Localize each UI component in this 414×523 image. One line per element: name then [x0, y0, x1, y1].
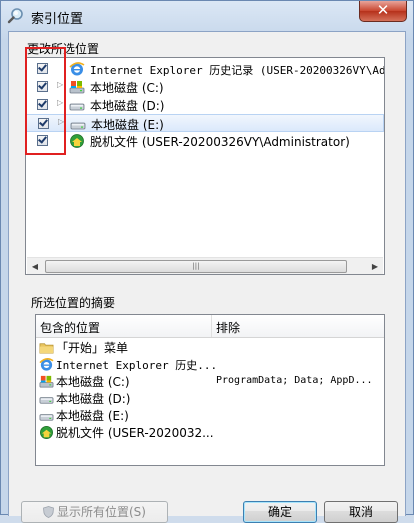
tree-item[interactable]: 脱机文件 (USER-20200326VY\Administrator): [26, 132, 384, 150]
summary-row[interactable]: Internet Explorer 历史...: [36, 356, 384, 373]
close-button[interactable]: ✕: [359, 1, 407, 22]
summary-section-label: 所选位置的摘要: [31, 296, 116, 310]
summary-row[interactable]: 本地磁盘 (D:): [36, 390, 384, 407]
summary-list-header: 包含的位置 排除: [36, 315, 384, 338]
summary-row-location: Internet Explorer 历史...: [56, 359, 218, 372]
summary-row[interactable]: 脱机文件 (USER-2020032...: [36, 424, 384, 441]
indexed-locations-dialog: 索引位置 ✕ 更改所选位置 Internet Explorer 历史记录 (US…: [0, 0, 414, 523]
summary-list[interactable]: 包含的位置 排除 「开始」菜单 Internet Explorer 历史... 本地…: [35, 314, 385, 466]
summary-row-location: 本地磁盘 (E:): [56, 409, 129, 423]
tree-item[interactable]: ▷ 本地磁盘 (E:): [26, 114, 384, 132]
tree-item[interactable]: ▷ 本地磁盘 (D:): [26, 96, 384, 114]
scroll-left-icon[interactable]: ◀: [27, 258, 43, 274]
uac-shield-icon: [43, 506, 54, 518]
summary-row-location: 脱机文件 (USER-2020032...: [56, 426, 214, 440]
summary-row-exclusions: ProgramData; Data; AppD...: [216, 375, 373, 386]
tree-item-label: 本地磁盘 (D:): [90, 99, 165, 113]
cancel-button[interactable]: 取消: [324, 501, 398, 523]
horizontal-scrollbar[interactable]: ◀ ||| ▶: [27, 257, 383, 274]
scroll-right-icon[interactable]: ▶: [367, 258, 383, 274]
tree-section-label: 更改所选位置: [27, 42, 100, 56]
summary-row-location: 「开始」菜单: [56, 341, 129, 355]
drive-icon: [39, 408, 54, 423]
tree-item-label: Internet Explorer 历史记录 (USER-20200326VY\…: [90, 64, 385, 77]
expand-arrow-icon[interactable]: ▷: [58, 117, 64, 126]
ie-icon: [69, 61, 85, 77]
show-all-locations-label: 显示所有位置(S): [57, 505, 146, 519]
show-all-locations-button[interactable]: 显示所有位置(S): [21, 501, 168, 523]
column-divider[interactable]: [211, 315, 212, 337]
column-header-excluded[interactable]: 排除: [216, 319, 240, 336]
tree-item-label: 本地磁盘 (C:): [90, 81, 164, 95]
expand-arrow-icon[interactable]: ▷: [57, 80, 63, 89]
offline-files-icon: [69, 133, 85, 149]
summary-row-location: 本地磁盘 (C:): [56, 375, 130, 389]
drive-c-icon: [69, 79, 85, 95]
summary-row[interactable]: 「开始」菜单: [36, 339, 384, 356]
summary-row[interactable]: 本地磁盘 (E:): [36, 407, 384, 424]
scrollbar-thumb[interactable]: |||: [45, 260, 347, 273]
ok-button[interactable]: 确定: [243, 501, 317, 523]
drive-icon: [70, 116, 86, 132]
include-checkbox[interactable]: [37, 135, 48, 146]
window-title: 索引位置: [31, 12, 84, 27]
summary-row[interactable]: 本地磁盘 (C:) ProgramData; Data; AppD...: [36, 373, 384, 390]
tree-item-label: 本地磁盘 (E:): [91, 118, 164, 132]
tree-item[interactable]: Internet Explorer 历史记录 (USER-20200326VY\…: [26, 60, 384, 78]
include-checkbox[interactable]: [38, 118, 49, 129]
drive-c-icon: [39, 374, 54, 389]
drive-icon: [69, 97, 85, 113]
offline-files-icon: [39, 425, 54, 440]
location-tree[interactable]: Internet Explorer 历史记录 (USER-20200326VY\…: [25, 57, 385, 275]
folder-icon: [39, 340, 54, 355]
title-bar[interactable]: 索引位置 ✕: [1, 1, 413, 31]
drive-icon: [39, 391, 54, 406]
search-magnifier-icon: [7, 8, 23, 24]
expand-arrow-icon[interactable]: ▷: [57, 98, 63, 107]
column-header-included[interactable]: 包含的位置: [40, 319, 100, 336]
tree-item-label: 脱机文件 (USER-20200326VY\Administrator): [90, 135, 350, 149]
summary-row-location: 本地磁盘 (D:): [56, 392, 131, 406]
include-checkbox[interactable]: [37, 63, 48, 74]
include-checkbox[interactable]: [37, 81, 48, 92]
tree-item[interactable]: ▷ 本地磁盘 (C:): [26, 78, 384, 96]
include-checkbox[interactable]: [37, 99, 48, 110]
ie-icon: [39, 357, 54, 372]
